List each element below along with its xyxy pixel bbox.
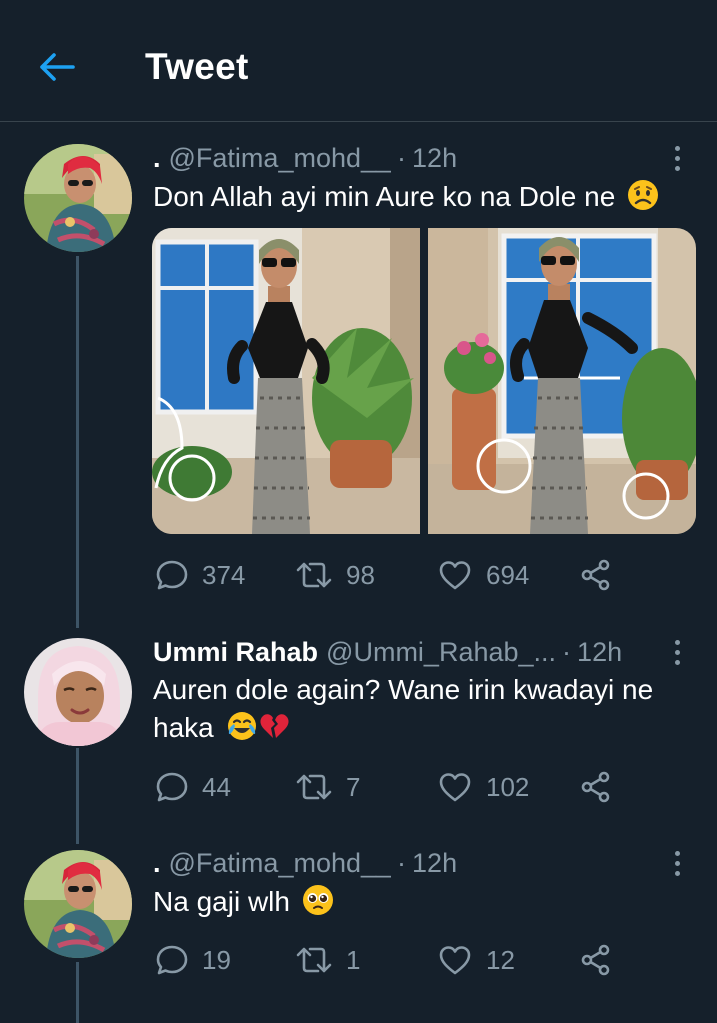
tweet-body: Na gaji wlh	[153, 886, 290, 917]
tweet-photo[interactable]	[152, 228, 420, 534]
more-options-button[interactable]	[667, 635, 687, 669]
top-app-bar: Tweet	[0, 0, 717, 122]
reply-icon	[156, 772, 188, 802]
tweet-body-line: Auren dole again? Wane irin kwadayi ne	[153, 674, 654, 705]
display-name[interactable]: .	[153, 848, 161, 879]
tweet-action-bar: 19 1 12	[156, 940, 626, 980]
heart-icon	[439, 561, 471, 590]
retweet-count: 98	[346, 559, 375, 590]
share-icon	[581, 944, 610, 976]
more-options-button[interactable]	[667, 141, 687, 175]
like-button[interactable]: 12	[438, 940, 515, 980]
dot	[674, 165, 680, 171]
back-button[interactable]	[36, 46, 78, 88]
retweet-button[interactable]: 98	[294, 555, 375, 595]
timestamp[interactable]: 12h	[412, 848, 457, 879]
retweet-icon	[296, 562, 332, 588]
retweet-count: 7	[346, 771, 361, 802]
user-handle[interactable]: @Fatima_mohd__	[169, 848, 392, 879]
tweet-header: Ummi Rahab @Ummi_Rahab_... · 12h	[153, 635, 689, 669]
pleading-face-emoji-icon	[302, 885, 333, 915]
dot	[674, 649, 680, 655]
reply-icon	[156, 560, 188, 590]
tweet-photo[interactable]	[428, 228, 696, 534]
avatar[interactable]	[24, 850, 132, 958]
dot	[674, 870, 680, 876]
reply-button[interactable]: 374	[156, 555, 245, 595]
like-button[interactable]: 694	[438, 555, 529, 595]
separator-dot: ·	[397, 142, 407, 173]
retweet-icon	[296, 774, 332, 800]
like-count: 12	[486, 944, 515, 975]
thread-connector-line	[76, 748, 79, 844]
reply-count: 44	[202, 771, 231, 802]
dot	[674, 659, 680, 665]
tweet-body: Don Allah ayi min Aure ko na Dole ne	[153, 181, 616, 212]
tweet-action-bar: 374 98 694	[156, 555, 626, 595]
tweet-body-line-wrap: haka	[153, 709, 693, 747]
broken-heart-emoji-icon	[259, 714, 289, 738]
tweet-text: Na gaji wlh	[153, 883, 693, 921]
heart-icon	[439, 773, 471, 802]
avatar[interactable]	[24, 144, 132, 252]
thread-connector-line	[76, 256, 79, 628]
dot	[674, 860, 680, 866]
face-with-tears-of-joy-emoji-icon	[227, 712, 256, 740]
retweet-button[interactable]: 1	[294, 940, 360, 980]
share-icon	[581, 771, 610, 803]
tweet-header: . @Fatima_mohd__ · 12h	[153, 141, 689, 175]
more-options-button[interactable]	[667, 846, 687, 880]
separator-dot: ·	[562, 636, 572, 667]
retweet-count: 1	[346, 944, 361, 975]
display-name[interactable]: .	[153, 143, 161, 174]
share-button[interactable]	[580, 940, 612, 980]
reply-button[interactable]: 19	[156, 940, 231, 980]
tweet-media-grid	[152, 228, 696, 534]
reply-icon	[156, 945, 188, 975]
like-button[interactable]: 102	[438, 767, 529, 807]
reply-count: 374	[202, 559, 246, 590]
dot	[674, 639, 680, 645]
reply-button[interactable]: 44	[156, 767, 231, 807]
tweet-detail-screen: Tweet . @Fatima_mohd__ · 12h Don Allah a…	[0, 0, 717, 1023]
dot	[674, 850, 680, 856]
tweet-action-bar: 44 7 102	[156, 767, 626, 807]
dot	[674, 155, 680, 161]
display-name[interactable]: Ummi Rahab	[153, 637, 318, 668]
timestamp[interactable]: 12h	[412, 143, 457, 174]
reply-count: 19	[202, 944, 231, 975]
tweet-text: Don Allah ayi min Aure ko na Dole ne	[153, 178, 693, 216]
like-count: 694	[486, 559, 530, 590]
user-handle[interactable]: @Fatima_mohd__	[169, 143, 392, 174]
thread-connector-line	[76, 962, 79, 1023]
worried-face-emoji-icon	[628, 180, 659, 210]
page-title: Tweet	[145, 46, 249, 87]
heart-icon	[439, 946, 471, 975]
arrow-left-icon	[40, 53, 75, 81]
user-handle[interactable]: @Ummi_Rahab_...	[326, 637, 556, 668]
retweet-button[interactable]: 7	[294, 767, 360, 807]
tweet-body-line: haka	[153, 712, 214, 743]
avatar[interactable]	[24, 638, 132, 746]
share-icon	[581, 559, 610, 591]
tweet-text: Auren dole again? Wane irin kwadayi ne h…	[153, 671, 693, 747]
like-count: 102	[486, 771, 530, 802]
dot	[674, 145, 680, 151]
share-button[interactable]	[580, 555, 612, 595]
separator-dot: ·	[397, 847, 407, 878]
tweet-header: . @Fatima_mohd__ · 12h	[153, 846, 689, 880]
retweet-icon	[296, 947, 332, 973]
share-button[interactable]	[580, 767, 612, 807]
timestamp[interactable]: 12h	[577, 637, 622, 668]
